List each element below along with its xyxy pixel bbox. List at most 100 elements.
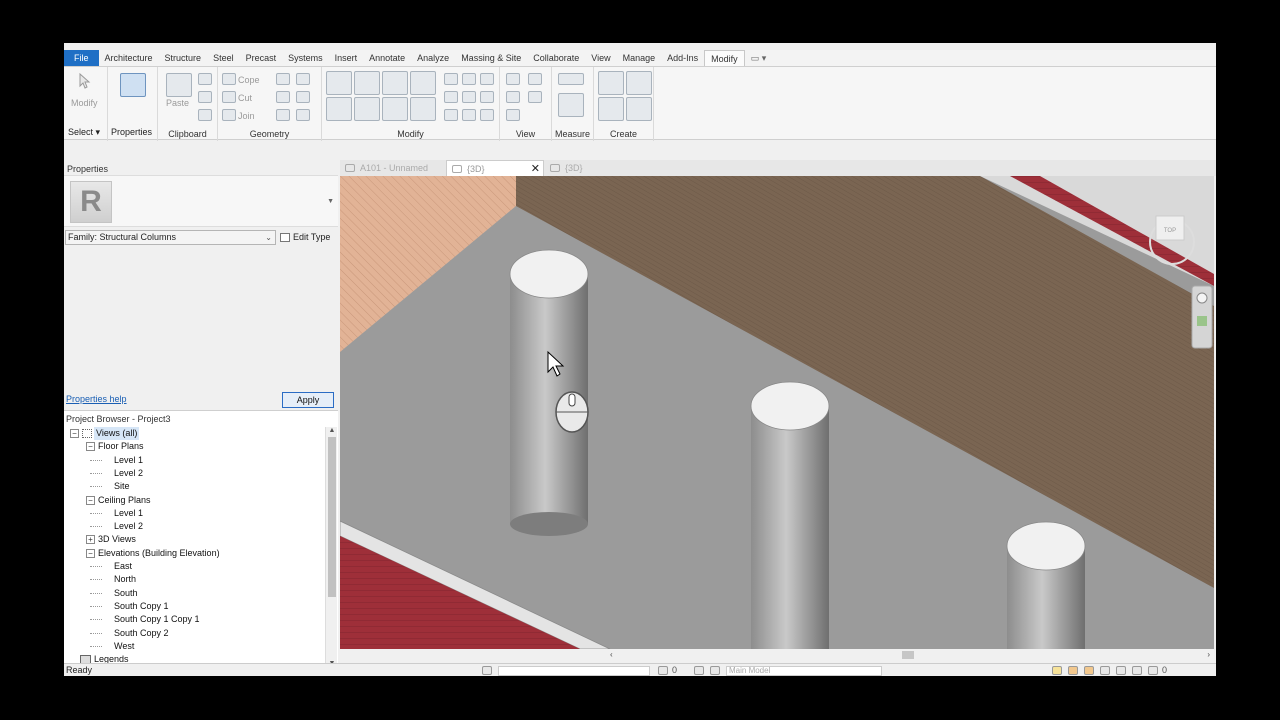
ribbon-tab-precast[interactable]: Precast <box>240 50 283 66</box>
viewport-hscrollbar[interactable]: ‹ › <box>340 649 1216 661</box>
close-icon[interactable]: ✕ <box>531 161 540 177</box>
browser-item[interactable]: Level 1 <box>114 507 143 520</box>
select-links-icon[interactable] <box>1052 666 1062 675</box>
unpin-icon[interactable] <box>480 73 494 85</box>
dimension-icon[interactable] <box>558 93 584 117</box>
ribbon-tab-architecture[interactable]: Architecture <box>99 50 159 66</box>
ribbon-tab-collaborate[interactable]: Collaborate <box>527 50 585 66</box>
apply-button[interactable]: Apply <box>282 392 334 408</box>
tab-a101[interactable]: A101 - Unnamed <box>340 160 445 176</box>
match-type-icon[interactable] <box>198 109 212 121</box>
linework-icon[interactable] <box>506 91 520 103</box>
ribbon-tab-view[interactable]: View <box>585 50 616 66</box>
select-dropdown[interactable]: Select ▾ <box>68 127 100 138</box>
measure-distance-icon[interactable] <box>558 73 584 85</box>
editable-only-icon[interactable] <box>658 666 668 675</box>
structural-column-3[interactable] <box>1006 521 1086 649</box>
collapse-icon[interactable]: − <box>70 429 79 438</box>
demolish-icon[interactable] <box>296 91 310 103</box>
join-icon[interactable] <box>222 109 236 121</box>
collapse-icon[interactable]: − <box>86 442 95 452</box>
navigation-bar[interactable] <box>1191 285 1213 349</box>
cope-icon[interactable] <box>222 73 236 85</box>
ribbon-options-icon[interactable]: ▭ ▾ <box>745 50 773 66</box>
extend-icon[interactable] <box>462 109 476 121</box>
cut-clipboard-icon[interactable] <box>198 73 212 85</box>
browser-item[interactable]: South Copy 2 <box>114 627 169 640</box>
3d-viewport[interactable]: TOP <box>340 176 1214 649</box>
browser-item[interactable]: Views (all) <box>94 427 140 440</box>
scroll-left-icon[interactable]: ‹ <box>610 649 613 661</box>
main-model-dropdown[interactable]: Main Model <box>726 666 882 676</box>
ribbon-tab-massing-site[interactable]: Massing & Site <box>455 50 527 66</box>
ribbon-tab-steel[interactable]: Steel <box>207 50 240 66</box>
move-icon[interactable] <box>326 97 352 121</box>
browser-item[interactable]: Level 2 <box>114 520 143 533</box>
trim-multiple-icon[interactable] <box>444 109 458 121</box>
browser-scrollbar[interactable]: ▲ ▼ <box>325 427 337 667</box>
scroll-thumb[interactable] <box>328 437 336 597</box>
delete-icon[interactable] <box>480 109 494 121</box>
override-graphics-icon[interactable] <box>528 73 542 85</box>
split-face-icon[interactable] <box>276 73 290 85</box>
mirror-draw-icon[interactable] <box>410 71 436 95</box>
copy-clipboard-icon[interactable] <box>198 91 212 103</box>
ribbon-tab-insert[interactable]: Insert <box>329 50 364 66</box>
tab-3d[interactable]: {3D} <box>545 160 605 176</box>
copy-icon[interactable] <box>354 97 380 121</box>
browser-item[interactable]: Level 2 <box>114 467 143 480</box>
scroll-right-icon[interactable]: › <box>1207 649 1210 661</box>
hscroll-thumb[interactable] <box>902 651 914 659</box>
browser-item[interactable]: North <box>114 573 136 586</box>
create-group-icon[interactable] <box>598 97 624 121</box>
expand-icon[interactable]: + <box>86 535 95 545</box>
offset-icon[interactable] <box>354 71 380 95</box>
design-options-icon[interactable] <box>694 666 704 675</box>
create-assembly-icon[interactable] <box>598 71 624 95</box>
structural-column-2[interactable] <box>750 381 830 649</box>
scroll-up-icon[interactable]: ▲ <box>327 427 337 434</box>
browser-item[interactable]: South Copy 1 Copy 1 <box>114 613 200 626</box>
highlight-icon[interactable] <box>506 109 520 121</box>
type-selector[interactable]: R ▼ <box>64 175 338 227</box>
tab-3d-active[interactable]: {3D} ✕ <box>446 160 544 176</box>
hide-icon[interactable] <box>506 73 520 85</box>
select-pinned-icon[interactable] <box>1084 666 1094 675</box>
ribbon-tab-systems[interactable]: Systems <box>282 50 329 66</box>
paint-brush-icon[interactable] <box>528 91 542 103</box>
mirror-pick-icon[interactable] <box>382 71 408 95</box>
split-element-icon[interactable] <box>444 73 458 85</box>
align-icon[interactable] <box>326 71 352 95</box>
browser-item[interactable]: Site <box>114 480 130 493</box>
family-dropdown[interactable]: Family: Structural Columns ⌄ <box>65 230 276 245</box>
filter-icon[interactable] <box>1148 666 1158 675</box>
properties-icon[interactable] <box>120 73 146 97</box>
ribbon-tab-add-ins[interactable]: Add-Ins <box>661 50 704 66</box>
browser-item[interactable]: West <box>114 640 134 653</box>
select-by-face-icon[interactable] <box>1100 666 1110 675</box>
paste-icon[interactable] <box>166 73 192 97</box>
ribbon-tab-analyze[interactable]: Analyze <box>411 50 455 66</box>
browser-item[interactable]: Elevations (Building Elevation) <box>98 547 220 560</box>
ribbon-tab-manage[interactable]: Manage <box>617 50 662 66</box>
browser-item[interactable]: 3D Views <box>98 533 136 546</box>
ribbon-tab-structure[interactable]: Structure <box>159 50 208 66</box>
ribbon-tab-file[interactable]: File <box>64 50 99 66</box>
paint-icon[interactable] <box>296 73 310 85</box>
properties-help-link[interactable]: Properties help <box>66 394 127 404</box>
rotate-icon[interactable] <box>382 97 408 121</box>
modify-cursor-icon[interactable] <box>78 73 92 89</box>
trim-icon[interactable] <box>410 97 436 121</box>
ribbon-tab-annotate[interactable]: Annotate <box>363 50 411 66</box>
browser-item[interactable]: South <box>114 587 138 600</box>
background-processes-icon[interactable] <box>1132 666 1142 675</box>
split-icon[interactable] <box>296 109 310 121</box>
cut-geometry-icon[interactable] <box>222 91 236 103</box>
browser-item[interactable]: Level 1 <box>114 454 143 467</box>
wall-joins-icon[interactable] <box>276 91 290 103</box>
line-work-icon[interactable] <box>276 109 290 121</box>
create-parts-icon[interactable] <box>626 71 652 95</box>
browser-item[interactable]: East <box>114 560 132 573</box>
collapse-icon[interactable]: − <box>86 548 95 558</box>
worksets-icon[interactable] <box>482 666 492 675</box>
